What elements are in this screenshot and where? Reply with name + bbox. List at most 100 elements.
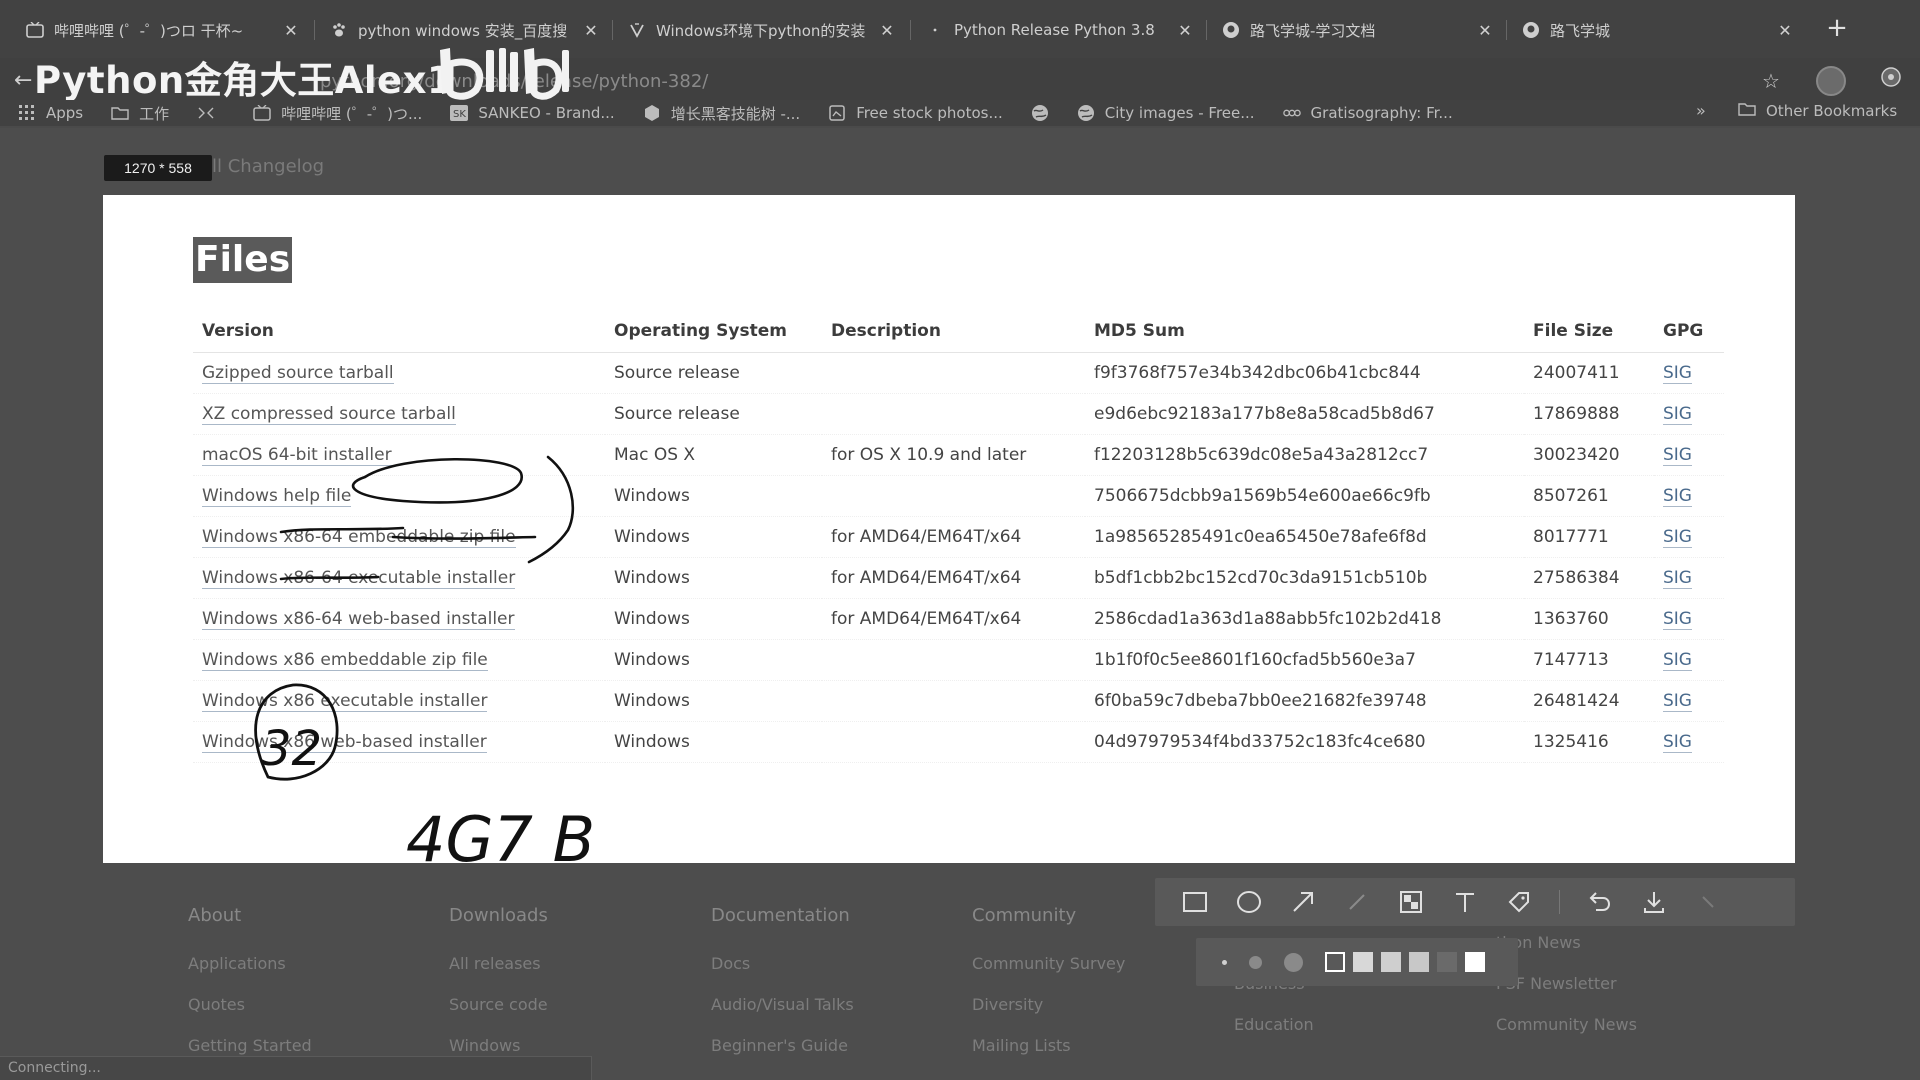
file-version-link[interactable]: XZ compressed source tarball [202, 403, 456, 425]
md5-cell: 1a98565285491c0ea65450e78afe6f8d [1085, 516, 1524, 558]
gpg-sig-link[interactable]: SIG [1663, 731, 1692, 753]
color-swatch[interactable] [1325, 952, 1345, 972]
back-arrow-icon[interactable]: ← [14, 68, 32, 93]
footer-link[interactable]: Docs [711, 954, 854, 995]
full-changelog-link[interactable]: ll Changelog [212, 156, 324, 177]
bookmark-gratisography[interactable]: Gratisography: Fr... [1282, 104, 1453, 122]
toolbar-divider [1559, 890, 1560, 914]
pen-tool-icon[interactable] [1343, 888, 1371, 916]
close-icon[interactable]: ✕ [1776, 21, 1794, 40]
rectangle-tool-icon[interactable] [1181, 888, 1209, 916]
file-version-link[interactable]: Windows x86 web-based installer [202, 731, 487, 753]
close-icon[interactable]: ✕ [282, 21, 300, 40]
close-icon[interactable]: ✕ [878, 21, 896, 40]
mosaic-tool-icon[interactable] [1397, 888, 1425, 916]
bookmark-city-images[interactable]: City images - Free... [1077, 104, 1255, 122]
file-size-cell: 1325416 [1533, 731, 1609, 752]
ellipse-tool-icon[interactable] [1235, 888, 1263, 916]
bookmark-unnamed[interactable] [197, 105, 225, 121]
file-version-link[interactable]: Windows x86 executable installer [202, 690, 488, 712]
bookmark-globe[interactable] [1031, 105, 1059, 121]
luffy-icon [1522, 21, 1540, 39]
more-icon[interactable] [1694, 888, 1722, 916]
gpg-sig-link[interactable]: SIG [1663, 403, 1692, 425]
footer-community: Community Community Survey Diversity Mai… [972, 905, 1125, 1077]
file-version-link[interactable]: macOS 64-bit installer [202, 444, 392, 466]
close-icon[interactable]: ✕ [582, 21, 600, 40]
arrow-tool-icon[interactable] [1289, 888, 1317, 916]
text-tool-icon[interactable] [1451, 888, 1479, 916]
footer-link[interactable]: All releases [449, 954, 548, 995]
bookmark-sankeo[interactable]: SK SANKEO - Brand... [450, 104, 615, 122]
color-swatch[interactable] [1381, 952, 1401, 972]
gpg-sig-link[interactable]: SIG [1663, 444, 1692, 466]
gpg-sig-cell: SIG [1654, 516, 1724, 558]
other-bookmarks-folder[interactable]: Other Bookmarks [1738, 102, 1897, 120]
tab-baidu-search[interactable]: python windows 安装_百度搜 ✕ [330, 12, 600, 48]
close-icon[interactable]: ✕ [1476, 21, 1494, 40]
brush-size-large[interactable] [1284, 952, 1303, 972]
bookmark-growth-hacker[interactable]: 增长黑客技能树 -... [643, 103, 800, 124]
brush-size-small[interactable] [1222, 959, 1227, 965]
footer-link[interactable]: Source code [449, 995, 548, 1036]
python-icon [926, 21, 944, 39]
file-version-link[interactable]: Gzipped source tarball [202, 362, 394, 384]
bookmarks-overflow-chevron[interactable]: » [1696, 101, 1706, 120]
footer-link[interactable]: Mailing Lists [972, 1036, 1125, 1077]
undo-icon[interactable] [1586, 888, 1614, 916]
file-version-link[interactable]: Windows x86-64 embeddable zip file [202, 526, 516, 548]
table-row: Windows help file Windows 7506675dcbb9a156… [193, 475, 1724, 517]
footer-link[interactable]: Community News [1496, 1015, 1637, 1056]
footer-link[interactable]: Education [1234, 1015, 1314, 1056]
bookmark-free-stock-photos[interactable]: Free stock photos... [828, 104, 1003, 122]
bookmark-apps[interactable]: Apps [18, 104, 83, 122]
tab-title: python windows 安装_百度搜 [358, 21, 568, 40]
color-swatch[interactable] [1353, 952, 1373, 972]
footer-link[interactable]: Diversity [972, 995, 1125, 1036]
file-version-link[interactable]: Windows help file [202, 485, 352, 507]
brush-size-medium[interactable] [1249, 955, 1262, 969]
gpg-sig-link[interactable]: SIG [1663, 649, 1692, 671]
md5-cell: 04d97979534f4bd33752c183fc4ce680 [1085, 721, 1524, 763]
star-bookmark-icon[interactable]: ☆ [1756, 66, 1786, 96]
footer-link[interactable]: Community Survey [972, 954, 1125, 995]
file-version-link[interactable]: Windows x86-64 executable installer [202, 567, 516, 589]
tab-luffy-docs[interactable]: 路飞学城-学习文档 ✕ [1222, 12, 1494, 48]
gpg-sig-link[interactable]: SIG [1663, 362, 1692, 384]
profile-avatar[interactable] [1816, 66, 1846, 96]
description-cell: for AMD64/EM64T/x64 [822, 557, 1085, 599]
new-tab-button[interactable]: + [1822, 14, 1852, 44]
tab-python-release[interactable]: Python Release Python 3.8 ✕ [926, 12, 1194, 48]
download-icon[interactable] [1640, 888, 1668, 916]
close-icon[interactable]: ✕ [1176, 21, 1194, 40]
video-overlay-title: Python金角大王Alex1 [34, 59, 454, 102]
extension-icon[interactable] [1876, 66, 1906, 96]
file-version-link[interactable]: Windows x86 embeddable zip file [202, 649, 488, 671]
os-cell: Windows [614, 608, 690, 629]
os-cell: Source release [605, 393, 822, 435]
screenshot-selection-area[interactable]: Files Version Operating System Descripti… [103, 195, 1795, 863]
gpg-sig-link[interactable]: SIG [1663, 485, 1692, 507]
gpg-sig-link[interactable]: SIG [1663, 526, 1692, 548]
tab-luffy[interactable]: 路飞学城 ✕ [1522, 12, 1794, 48]
file-size-cell: 8017771 [1533, 526, 1609, 547]
address-bar-actions: ☆ [1756, 66, 1906, 96]
color-swatch[interactable] [1437, 952, 1457, 972]
gpg-sig-link[interactable]: SIG [1663, 567, 1692, 589]
tab-csdn[interactable]: Windows环境下python的安装 ✕ [628, 12, 896, 48]
footer-link[interactable]: Applications [188, 954, 312, 995]
footer-link[interactable]: Audio/Visual Talks [711, 995, 854, 1036]
footer-link[interactable]: Quotes [188, 995, 312, 1036]
color-swatch[interactable] [1465, 952, 1485, 972]
gpg-sig-link[interactable]: SIG [1663, 690, 1692, 712]
file-version-link[interactable]: Windows x86-64 web-based installer [202, 608, 515, 630]
tab-bilibili[interactable]: 哔哩哔哩 (゜-゜)つロ 干杯~ ✕ [26, 12, 300, 48]
tag-tool-icon[interactable] [1505, 888, 1533, 916]
footer-heading: Community [972, 905, 1077, 926]
footer-link[interactable]: Beginner's Guide [711, 1036, 854, 1077]
color-swatch[interactable] [1409, 952, 1429, 972]
gpg-sig-link[interactable]: SIG [1663, 608, 1692, 630]
bookmark-folder-work[interactable]: 工作 [111, 103, 169, 124]
file-size-cell: 8507261 [1533, 485, 1609, 506]
bookmark-bilibili[interactable]: 哔哩哔哩 (゜-゜)つ... [253, 103, 422, 124]
